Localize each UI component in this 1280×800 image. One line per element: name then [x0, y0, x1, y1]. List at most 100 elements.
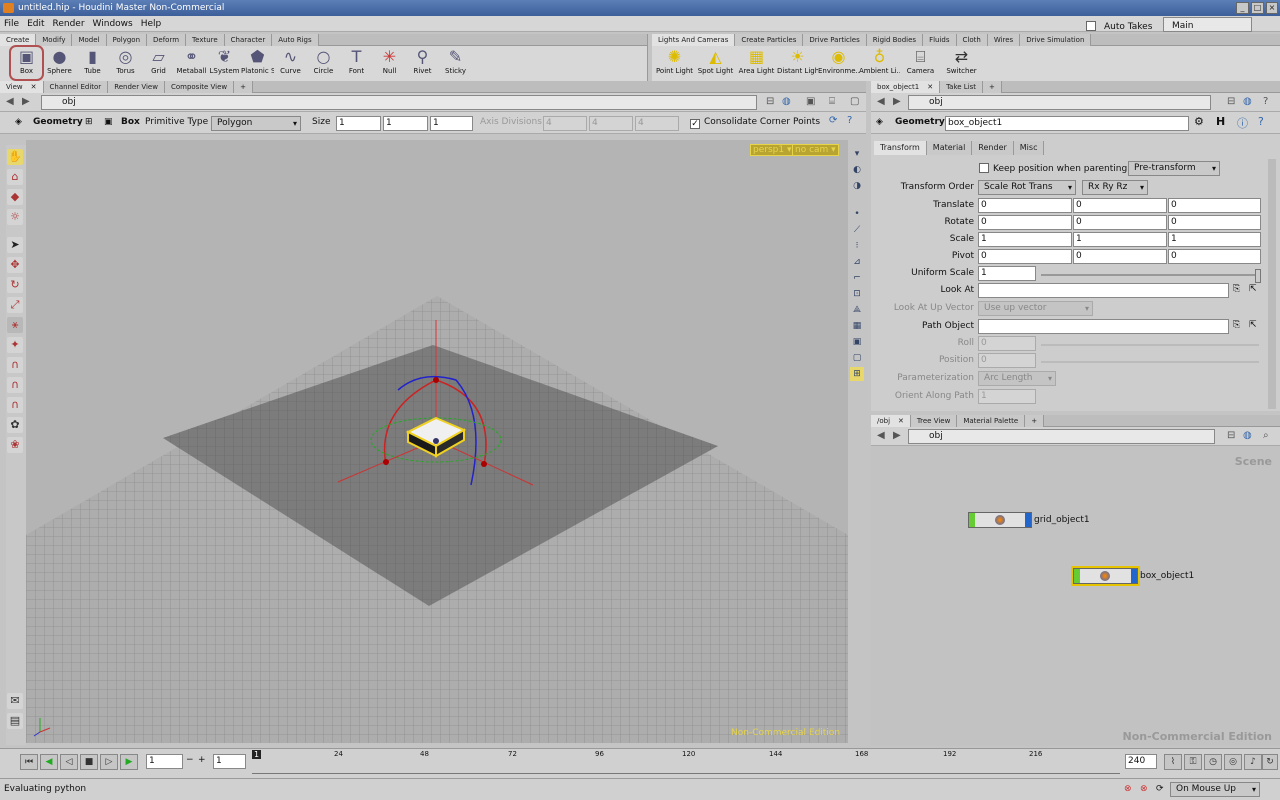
transform-tool-icon[interactable]: ✥	[7, 257, 23, 273]
maximize-button[interactable]: □	[1251, 2, 1264, 14]
scale-y-field[interactable]: 1	[1073, 232, 1167, 247]
update-mode-icon[interactable]: ⟳	[1156, 779, 1164, 799]
translate-z-field[interactable]: 0	[1168, 198, 1261, 213]
scale-x-field[interactable]: 1	[978, 232, 1072, 247]
subtab-render[interactable]: Render	[972, 141, 1014, 155]
add-tab-button[interactable]: +	[234, 81, 254, 93]
param-path-field[interactable]: obj	[908, 95, 1211, 110]
tab-composite-view[interactable]: Composite View	[164, 81, 235, 93]
link-icon[interactable]: ◍	[1243, 430, 1252, 441]
tool-null[interactable]: ✳ Null	[373, 46, 406, 80]
tool-environment-light[interactable]: ◉ Environme...	[818, 46, 859, 80]
shelf-tab-modify[interactable]: Modify	[36, 34, 73, 46]
warning-icon[interactable]: ⊗	[1140, 779, 1148, 799]
uniform-scale-field[interactable]: 1	[978, 266, 1036, 281]
brush-tool-icon[interactable]: ❀	[7, 437, 23, 453]
shelf-tab-texture[interactable]: Texture	[186, 34, 225, 46]
info-icon[interactable]: ⓘ	[1237, 115, 1248, 131]
search-icon[interactable]: ⌕	[1263, 430, 1269, 441]
tool-box[interactable]: ▣ Box	[9, 45, 44, 81]
frame-decrement-icon[interactable]: −	[186, 755, 194, 765]
grid-object-node[interactable]	[968, 512, 1032, 528]
tool-area-light[interactable]: ▦ Area Light	[736, 46, 777, 80]
shelf-tab-drive-simulation[interactable]: Drive Simulation	[1020, 34, 1092, 46]
start-frame-field[interactable]: 1	[213, 754, 246, 769]
pose-tool-icon[interactable]: ✦	[7, 337, 23, 353]
end-frame-field[interactable]: 240	[1125, 754, 1157, 769]
subtab-transform[interactable]: Transform	[874, 141, 927, 155]
shelf-tab-create-particles[interactable]: Create Particles	[735, 34, 804, 46]
forward-arrow-icon[interactable]: ▶	[22, 96, 30, 107]
3d-viewport[interactable]: persp1 ▾ no cam ▾ Non-Commercial Edition	[26, 140, 848, 743]
sticky-note-icon[interactable]: ✉	[7, 693, 23, 709]
pre-transform-menu[interactable]: Pre-transform	[1128, 161, 1220, 176]
tool-sticky[interactable]: ✎ Sticky	[439, 46, 472, 80]
play-button[interactable]: ▷	[100, 754, 118, 770]
display-options-icon[interactable]: ▾	[850, 147, 864, 161]
take-select[interactable]: Main	[1163, 17, 1252, 32]
back-arrow-icon[interactable]: ◀	[877, 430, 885, 441]
tab-view[interactable]: View ✕	[0, 81, 44, 93]
tool-ambient-light[interactable]: ♁ Ambient Li...	[859, 46, 900, 80]
shelf-tab-polygon[interactable]: Polygon	[106, 34, 148, 46]
help-icon[interactable]: ?	[847, 115, 852, 126]
forward-arrow-icon[interactable]: ▶	[893, 96, 901, 107]
tab-box-object1[interactable]: box_object1 ✕	[871, 81, 941, 93]
pivot-x-field[interactable]: 0	[978, 249, 1072, 264]
forward-arrow-icon[interactable]: ▶	[893, 430, 901, 441]
consolidate-toggle[interactable]: Consolidate Corner Points	[690, 117, 820, 129]
audio-button[interactable]: ♪	[1244, 754, 1262, 770]
node-name-field[interactable]: box_object1	[945, 116, 1189, 131]
display-camera-menu[interactable]: no cam ▾	[792, 144, 839, 156]
look-at-chooser-icon[interactable]: ⎘	[1233, 284, 1240, 294]
select-arrow-icon[interactable]: ➤	[7, 237, 23, 253]
shelf-tab-wires[interactable]: Wires	[987, 34, 1021, 46]
node-render-flag[interactable]	[1131, 569, 1137, 583]
play-reverse-button[interactable]: ◁	[60, 754, 78, 770]
menu-windows[interactable]: Windows	[89, 16, 137, 32]
close-tab-icon[interactable]: ✕	[927, 81, 933, 93]
close-tab-icon[interactable]: ✕	[898, 415, 904, 427]
viewer-path-field[interactable]: obj	[41, 95, 757, 110]
link-icon[interactable]: ◍	[782, 96, 791, 107]
realtime-toggle-button[interactable]: ◷	[1204, 754, 1222, 770]
pivot-y-field[interactable]: 0	[1073, 249, 1167, 264]
stop-button[interactable]: ■	[80, 754, 98, 770]
tool-curve[interactable]: ∿ Curve	[274, 46, 307, 80]
menu-edit[interactable]: Edit	[23, 16, 48, 32]
magnet-tool3-icon[interactable]: ∩	[7, 397, 23, 413]
close-tab-icon[interactable]: ✕	[31, 81, 37, 93]
auto-takes-checkbox[interactable]	[1086, 21, 1096, 31]
shelf-tab-deform[interactable]: Deform	[147, 34, 187, 46]
translate-y-field[interactable]: 0	[1073, 198, 1167, 213]
refresh-icon[interactable]: ⟳	[829, 115, 837, 126]
box-object-node[interactable]	[1071, 566, 1140, 586]
edge-display-icon[interactable]: ⟋	[850, 223, 864, 237]
tool-font[interactable]: T Font	[340, 46, 373, 80]
timeline-ruler[interactable]: 1 24 48 72 96 120 144 168 192 216	[252, 750, 1120, 774]
shelf-tab-rigid-bodies[interactable]: Rigid Bodies	[866, 34, 924, 46]
size-x-field[interactable]: 1	[336, 116, 381, 131]
node-display-flag[interactable]	[1074, 569, 1080, 583]
shelf-tab-character[interactable]: Character	[224, 34, 273, 46]
menu-help[interactable]: Help	[137, 16, 166, 32]
home-tool-icon[interactable]: ⌂	[7, 169, 23, 185]
look-at-pick-icon[interactable]: ⇱	[1249, 284, 1257, 294]
frame-increment-icon[interactable]: +	[198, 755, 206, 765]
primitive-type-select[interactable]: Polygon	[211, 116, 301, 131]
snapshot-tool-icon[interactable]: ▤	[7, 713, 23, 729]
magnet-tool-icon[interactable]: ∩	[7, 357, 23, 373]
add-tab-button[interactable]: +	[1025, 415, 1045, 427]
current-frame-field[interactable]: 1	[146, 754, 183, 769]
shelf-tab-create[interactable]: Create	[0, 34, 37, 46]
gear-icon[interactable]: ⚙	[1194, 115, 1204, 128]
shelf-tab-fluids[interactable]: Fluids	[923, 34, 957, 46]
shelf-tab-model[interactable]: Model	[72, 34, 107, 46]
tool-rivet[interactable]: ⚲ Rivet	[406, 46, 439, 80]
tool-circle[interactable]: ○ Circle	[307, 46, 340, 80]
magnet-tool2-icon[interactable]: ∩	[7, 377, 23, 393]
jump-start-button[interactable]: ⏮	[20, 754, 38, 770]
key-options-button[interactable]: ⚿	[1184, 754, 1202, 770]
step-back-button[interactable]: ◀	[40, 754, 58, 770]
translate-x-field[interactable]: 0	[978, 198, 1072, 213]
